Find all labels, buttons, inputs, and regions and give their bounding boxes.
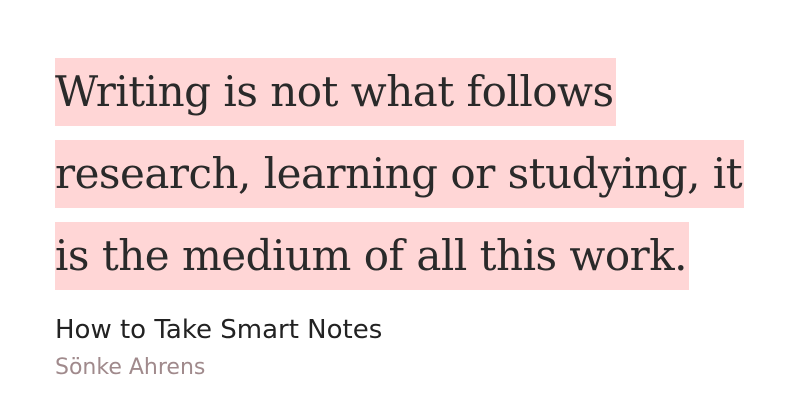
quote-card: Writing is not what follows research, le…	[0, 0, 800, 407]
quote-text: Writing is not what follows research, le…	[55, 58, 755, 304]
quote-line: is the medium of all this work.	[55, 222, 755, 304]
author-name: Sönke Ahrens	[55, 355, 206, 380]
quote-line: Writing is not what follows	[55, 58, 755, 140]
book-title: How to Take Smart Notes	[55, 315, 383, 345]
quote-line: research, learning or studying, it	[55, 140, 755, 222]
quote-line-highlight: is the medium of all this work.	[55, 222, 690, 290]
quote-line-highlight: Writing is not what follows	[55, 58, 616, 126]
quote-line-highlight: research, learning or studying, it	[55, 140, 745, 208]
